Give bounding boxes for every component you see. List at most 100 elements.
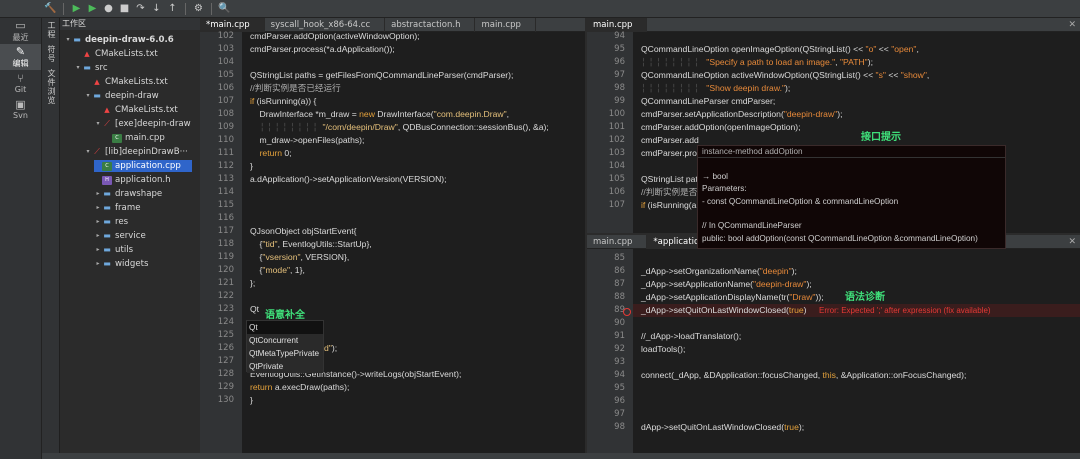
activity-label: 编辑 <box>12 58 29 68</box>
chevron-icon[interactable]: ▸ <box>94 188 102 200</box>
close-split-icon[interactable]: ✕ <box>1068 20 1076 30</box>
chevron-icon[interactable]: ▾ <box>94 118 102 130</box>
activity-label: Svn <box>13 110 28 120</box>
step-into-icon[interactable]: ↓ <box>150 2 163 15</box>
step-over-icon[interactable]: ↷ <box>134 2 147 15</box>
code-line: Qt <box>250 304 260 314</box>
chevron-icon[interactable]: ▸ <box>94 258 102 270</box>
tree-item[interactable]: Happlication.h <box>94 174 171 186</box>
activity-recent[interactable]: ▭ 最近 <box>0 18 41 44</box>
cpp-file-icon: C <box>102 161 112 171</box>
line-number: 104 <box>217 57 234 67</box>
code-line: {"vsersion", VERSION}, <box>250 252 350 262</box>
debug-icon[interactable]: ▶ <box>86 2 99 15</box>
tree-item-label: deepin-draw-6.0.6 <box>85 35 174 45</box>
chevron-icon[interactable]: ▾ <box>84 90 92 102</box>
tree-item[interactable]: ▸ ▬ frame <box>94 202 140 214</box>
line-number: 100 <box>608 109 625 119</box>
tree-item-label: utils <box>115 245 134 255</box>
line-number: 128 <box>217 369 234 379</box>
code-area[interactable]: cmdParser.addOption(activeWindowOption);… <box>242 31 585 459</box>
tooltip-line: → bool <box>702 171 728 181</box>
code-line: QStringList pat <box>641 174 698 184</box>
target-icon: ⟋ <box>94 147 100 156</box>
line-number: 94 <box>614 31 625 41</box>
close-split-icon[interactable]: ✕ <box>1068 237 1076 247</box>
tree-item[interactable]: ▸ ▬ utils <box>94 244 133 256</box>
folder-icon: ▬ <box>103 189 111 198</box>
right-top-tabbar: main.cpp <box>587 18 1080 32</box>
search-icon[interactable]: 🔍 <box>218 2 231 15</box>
chevron-icon[interactable]: ▸ <box>94 202 102 214</box>
tree-item[interactable]: ▾ ▬ deepin-draw <box>84 90 158 102</box>
completion-item[interactable]: Qt <box>247 321 323 334</box>
code-line: cmdParser.setApplicationDescription("dee… <box>641 109 843 119</box>
chevron-icon[interactable]: ▾ <box>64 34 72 46</box>
settings-gear-icon[interactable]: ⚙ <box>192 2 205 15</box>
tree-item[interactable]: ▸ ▬ res <box>94 216 128 228</box>
code-line: {"mode", 1}, <box>250 265 305 275</box>
line-number-gutter: 85 86 87 88 89 90 91 92 93 94 95 96 97 98 <box>587 249 633 459</box>
tree-item[interactable]: Cmain.cpp <box>104 132 165 144</box>
header-file-icon: H <box>102 175 112 185</box>
tree-item[interactable]: ▸ ▬ service <box>94 230 145 242</box>
line-number: 96 <box>614 396 625 406</box>
folder-icon: ▬ <box>103 231 111 240</box>
code-line: a.dApplication()->setApplicationVersion(… <box>250 174 447 184</box>
cmake-file-icon: ▲ <box>94 78 100 86</box>
code-area[interactable]: _dApp->setOrganizationName("deepin"); _dA… <box>633 249 1080 459</box>
line-number: 105 <box>608 174 625 184</box>
completion-annotation: 语意补全 <box>265 310 305 321</box>
tree-item[interactable]: ▾ ⟋ [lib]deepinDrawB··· <box>84 146 187 158</box>
activity-bar: ▭ 最近 ✎ 编辑 ⑂ Git ▣ Svn <box>0 18 42 459</box>
line-number: 121 <box>217 278 234 288</box>
completion-item[interactable]: QtPrivate <box>247 360 323 373</box>
tab-main-cpp[interactable]: main.cpp <box>475 18 536 32</box>
right-bottom-editor-pane: main.cpp *application.cpp ✕ 85 86 87 88 89 90… <box>587 235 1080 459</box>
code-line: cmdParser.addOption(activeWindowOption); <box>250 31 420 41</box>
line-number: 91 <box>614 331 625 341</box>
line-number: 85 <box>614 253 625 263</box>
run-icon[interactable]: ▶ <box>70 2 83 15</box>
tree-item-label: CMakeLists.txt <box>95 49 158 59</box>
line-number: 118 <box>217 239 234 249</box>
activity-edit[interactable]: ✎ 编辑 <box>0 44 41 70</box>
activity-git[interactable]: ⑂ Git <box>0 70 41 96</box>
tree-item[interactable]: ▸ ▬ widgets <box>94 258 148 270</box>
error-marker-icon[interactable] <box>623 308 631 316</box>
chevron-icon[interactable]: ▸ <box>94 216 102 228</box>
code-line: cmdParser.addOption(openImageOption); <box>641 122 801 132</box>
tree-item[interactable]: ▾ ⟋ [exe]deepin-draw <box>94 118 190 130</box>
completion-item[interactable]: QtMetaTypePrivate <box>247 347 323 360</box>
code-line: dApp->setQuitOnLastWindowClosed(true); <box>641 422 805 432</box>
chevron-icon[interactable]: ▾ <box>84 146 92 158</box>
tooltip-line <box>698 208 1005 220</box>
chevron-icon[interactable]: ▾ <box>74 62 82 74</box>
line-number: 107 <box>217 96 234 106</box>
completion-item[interactable]: QtConcurrent <box>247 334 323 347</box>
tree-item[interactable]: Capplication.cpp <box>94 160 192 172</box>
tree-item[interactable]: ▾ ▬ src <box>74 62 107 74</box>
build-hammer-icon[interactable]: 🔨 <box>44 2 57 15</box>
api-tooltip: instance-method addOption → bool Parameter… <box>697 145 1006 249</box>
chevron-icon[interactable]: ▸ <box>94 244 102 256</box>
tree-item[interactable]: ▾ ▬ deepin-draw-6.0.6 <box>64 34 174 46</box>
detach-icon[interactable]: ■ <box>118 2 131 15</box>
step-out-icon[interactable]: ↑ <box>166 2 179 15</box>
panel-switcher: 工程 符号 文件浏览 <box>42 18 60 459</box>
tab-project[interactable]: 工程 <box>42 18 61 42</box>
line-number: 106 <box>608 187 625 197</box>
chevron-icon[interactable]: ▸ <box>94 230 102 242</box>
tab-file-browser[interactable]: 文件浏览 <box>42 66 61 108</box>
code-line: } <box>250 161 253 171</box>
tab-main-cpp[interactable]: main.cpp <box>587 235 648 249</box>
tree-item[interactable]: ▸ ▬ drawshape <box>94 188 162 200</box>
stop-icon[interactable]: ● <box>102 2 115 15</box>
tree-item[interactable]: ▲ CMakeLists.txt <box>94 104 177 116</box>
tab-symbols[interactable]: 符号 <box>42 42 61 66</box>
tree-item-label: application.cpp <box>115 161 181 171</box>
activity-svn[interactable]: ▣ Svn <box>0 96 41 122</box>
tree-item[interactable]: ▲ CMakeLists.txt <box>84 76 167 88</box>
tree-item[interactable]: ▲ CMakeLists.txt <box>74 48 158 60</box>
code-line: } <box>250 395 253 405</box>
